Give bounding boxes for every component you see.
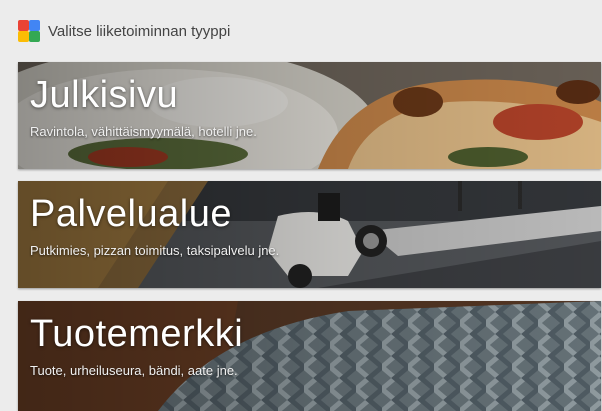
card-subtitle: Putkimies, pizzan toimitus, taksipalvelu… [30,243,280,258]
card-title: Palvelualue [30,193,232,235]
business-type-storefront-card[interactable]: Julkisivu Ravintola, vähittäismyymälä, h… [18,62,601,169]
card-title: Julkisivu [30,74,179,116]
business-type-brand-card[interactable]: Tuotemerkki Tuote, urheiluseura, bändi, … [18,301,601,411]
card-subtitle: Ravintola, vähittäismyymälä, hotelli jne… [30,124,257,139]
card-title: Tuotemerkki [30,313,244,355]
page-title: Valitse liiketoiminnan tyyppi [48,22,231,40]
google-my-business-logo-icon [18,20,40,42]
business-type-service-area-card[interactable]: Palvelualue Putkimies, pizzan toimitus, … [18,181,601,288]
app-header: Valitse liiketoiminnan tyyppi [0,0,602,62]
card-subtitle: Tuote, urheiluseura, bändi, aate jne. [30,363,238,378]
